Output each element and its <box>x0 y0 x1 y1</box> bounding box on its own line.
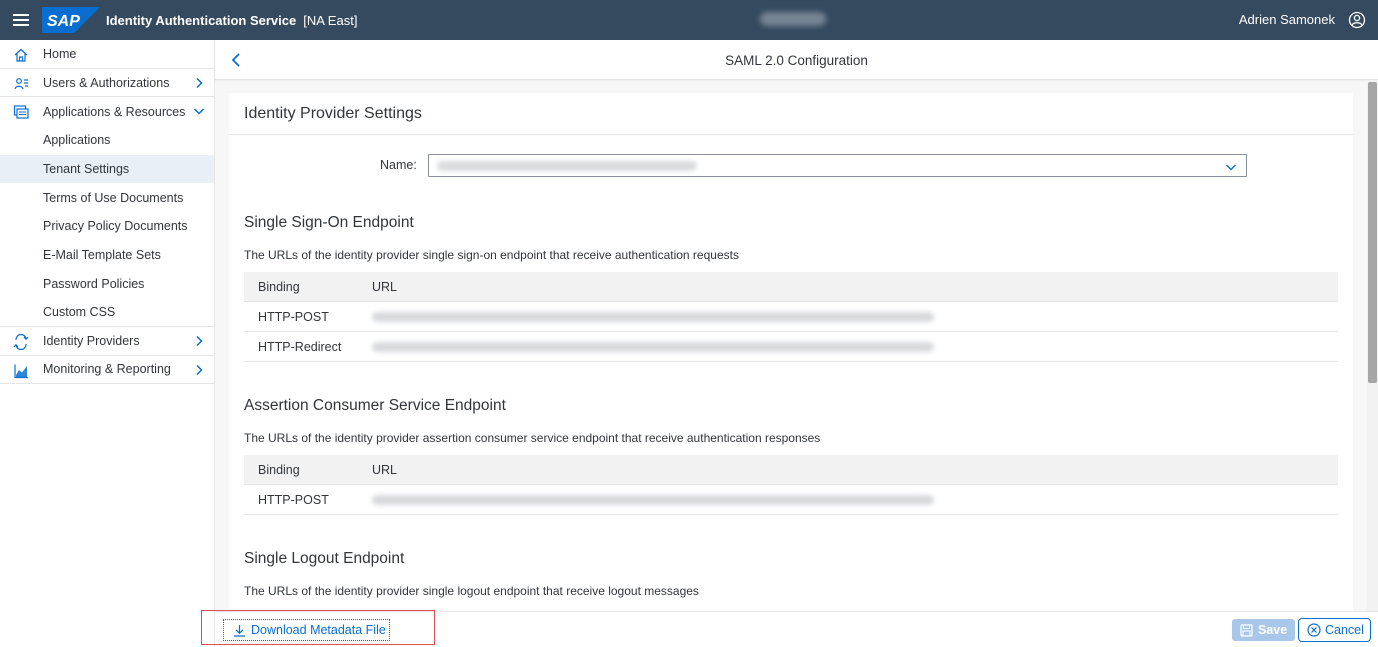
sidebar-item-terms-of-use[interactable]: Terms of Use Documents <box>0 183 214 212</box>
acs-section-title: Assertion Consumer Service Endpoint <box>244 397 506 414</box>
cancel-circle-icon <box>1307 623 1321 637</box>
table-row: HTTP-Redirect <box>244 332 1338 362</box>
sidebar-item-label: Identity Providers <box>43 333 140 348</box>
sidebar-item-label: Applications <box>43 133 111 148</box>
save-button[interactable]: Save <box>1232 619 1295 641</box>
sso-section-description: The URLs of the identity provider single… <box>244 248 739 262</box>
home-icon <box>14 48 28 62</box>
sidebar-item-password-policies[interactable]: Password Policies <box>0 270 214 299</box>
chevron-right-icon[interactable] <box>193 77 205 89</box>
save-icon <box>1240 623 1253 637</box>
sidebar-item-label: Password Policies <box>43 276 145 291</box>
column-header-url: URL <box>372 462 398 477</box>
sidebar-item-label: Applications & Resources <box>43 104 186 119</box>
sidebar-item-applications-resources[interactable]: Applications & Resources <box>0 97 214 126</box>
download-metadata-label: Download Metadata File <box>251 623 386 637</box>
sidebar-item-tenant-settings[interactable]: Tenant Settings <box>0 154 214 184</box>
table-row: HTTP-POST <box>244 302 1338 332</box>
table-header: Binding URL <box>244 272 1338 302</box>
tenant-name-redacted <box>760 12 826 26</box>
sidebar-item-applications[interactable]: Applications <box>0 126 214 155</box>
acs-endpoint-table: Binding URL HTTP-POST <box>244 455 1338 515</box>
user-name[interactable]: Adrien Samonek <box>1239 0 1335 40</box>
column-header-binding: Binding <box>258 462 300 477</box>
sidebar-item-identity-providers[interactable]: Identity Providers <box>0 327 214 356</box>
panel-title: Identity Provider Settings <box>244 105 422 122</box>
scrollbar-thumb[interactable] <box>1368 82 1377 383</box>
sso-section-title: Single Sign-On Endpoint <box>244 214 414 231</box>
sidebar-item-label: E-Mail Template Sets <box>43 248 161 263</box>
chevron-down-icon[interactable] <box>193 105 205 117</box>
monitoring-icon <box>14 364 28 378</box>
name-select[interactable] <box>428 154 1247 177</box>
sidebar-item-label: Monitoring & Reporting <box>43 362 171 377</box>
sidebar-item-users-authorizations[interactable]: Users & Authorizations <box>0 69 214 98</box>
sidebar-item-home[interactable]: Home <box>0 40 214 69</box>
sidebar-item-label: Home <box>43 46 77 61</box>
name-value-redacted <box>437 161 697 171</box>
region-label: [NA East] <box>303 12 358 28</box>
binding-cell: HTTP-Redirect <box>258 339 342 354</box>
download-icon <box>234 624 245 637</box>
applications-icon <box>13 105 29 119</box>
sidebar-item-label: Custom CSS <box>43 305 116 320</box>
cancel-button[interactable]: Cancel <box>1298 618 1371 642</box>
user-circle-icon[interactable] <box>1348 11 1366 29</box>
slo-section-title: Single Logout Endpoint <box>244 550 405 567</box>
product-title: Identity Authentication Service <box>106 12 297 28</box>
sidebar-item-custom-css[interactable]: Custom CSS <box>0 298 214 327</box>
chevron-down-icon[interactable] <box>1225 161 1237 173</box>
sidebar-item-privacy-policy[interactable]: Privacy Policy Documents <box>0 212 214 241</box>
users-icon <box>14 77 28 89</box>
url-cell <box>358 485 1338 514</box>
shell-bar: SAP Identity Authentication Service [NA … <box>0 0 1378 40</box>
url-cell <box>358 302 1338 331</box>
column-header-binding: Binding <box>258 279 300 294</box>
name-label: Name: <box>380 158 417 172</box>
sidebar-item-label: Tenant Settings <box>43 162 130 177</box>
sidebar-item-label: Terms of Use Documents <box>43 190 184 205</box>
main-content: SAML 2.0 Configuration Identity Provider… <box>215 40 1378 647</box>
column-header-url: URL <box>372 279 398 294</box>
identity-providers-icon <box>13 333 29 350</box>
table-header: Binding URL <box>244 455 1338 485</box>
sidebar-item-monitoring-reporting[interactable]: Monitoring & Reporting <box>0 356 214 385</box>
cancel-label: Cancel <box>1325 623 1364 637</box>
divider <box>229 134 1353 135</box>
vertical-scrollbar[interactable] <box>1367 80 1378 611</box>
chevron-right-icon[interactable] <box>193 335 205 347</box>
sidebar-item-label: Users & Authorizations <box>43 75 170 90</box>
binding-cell: HTTP-POST <box>258 492 329 507</box>
svg-text:SAP: SAP <box>47 13 80 30</box>
sidebar-item-label: Privacy Policy Documents <box>43 219 188 234</box>
slo-section-description: The URLs of the identity provider single… <box>244 584 699 598</box>
settings-panel: Identity Provider Settings Name: Single … <box>229 93 1353 611</box>
page-title: SAML 2.0 Configuration <box>725 53 868 68</box>
save-label: Save <box>1258 623 1288 637</box>
chevron-right-icon[interactable] <box>193 364 205 376</box>
url-cell <box>358 332 1338 361</box>
sap-logo[interactable]: SAP <box>42 7 100 33</box>
binding-cell: HTTP-POST <box>258 309 329 324</box>
page-header: SAML 2.0 Configuration <box>215 40 1378 80</box>
download-metadata-button[interactable]: Download Metadata File <box>223 619 390 641</box>
acs-section-description: The URLs of the identity provider assert… <box>244 431 821 445</box>
hamburger-menu-icon[interactable] <box>0 0 42 40</box>
sidebar-nav: Home Users & Authorizations Applications… <box>0 40 215 647</box>
sso-endpoint-table: Binding URL HTTP-POST HTTP-Redirect <box>244 272 1338 362</box>
table-row: HTTP-POST <box>244 485 1338 515</box>
sidebar-item-email-templates[interactable]: E-Mail Template Sets <box>0 241 214 270</box>
